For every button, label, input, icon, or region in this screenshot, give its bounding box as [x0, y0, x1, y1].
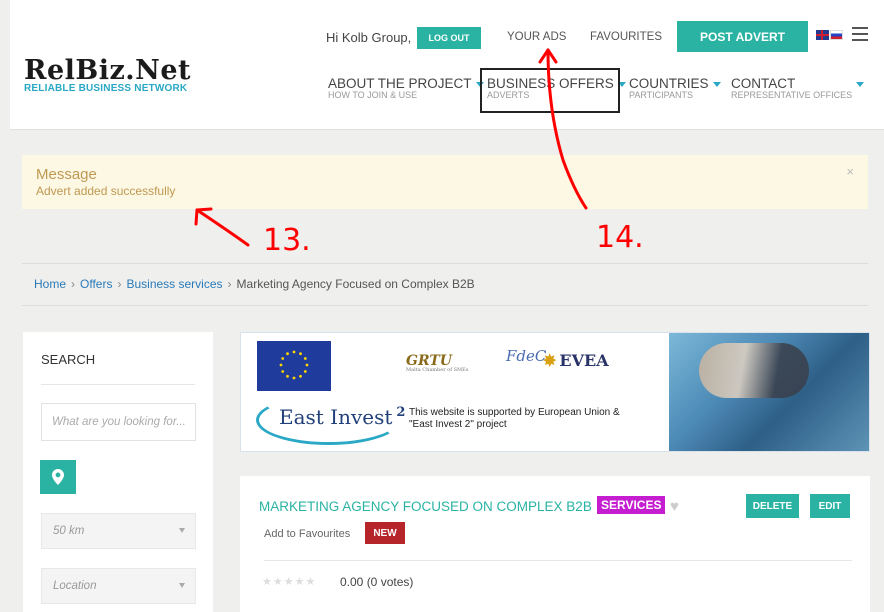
edit-button[interactable]: EDIT [810, 494, 850, 518]
post-advert-button[interactable]: POST ADVERT [677, 21, 808, 52]
handshake-photo [669, 333, 869, 451]
delete-button[interactable]: DELETE [746, 494, 799, 518]
logout-button[interactable]: LOG OUT [417, 27, 481, 49]
chevron-down-icon[interactable] [856, 82, 864, 87]
breadcrumb-separator: › [71, 277, 76, 291]
breadcrumb-separator: › [227, 277, 232, 291]
evea-text: EVEA [559, 351, 609, 370]
rating-stars-icon[interactable]: ★★★★★ [262, 575, 316, 588]
message-text: Advert added successfully [36, 184, 176, 198]
your-ads-link[interactable]: YOUR ADS [507, 31, 566, 43]
annotation-13: 13. [263, 223, 311, 258]
breadcrumb: Home › Offers › Business services › Marketing … [34, 277, 475, 291]
grtu-subtext: Malta Chamber of SMEs [406, 367, 469, 373]
breadcrumb-current: Marketing Agency Focused on Complex B2B [236, 277, 475, 291]
east-invest-number: 2 [396, 405, 406, 421]
divider [41, 384, 195, 385]
sidebar-title: SEARCH [41, 352, 96, 367]
star-icon: ✸ [543, 351, 557, 370]
handshake-image [699, 343, 809, 398]
caret-down-icon [179, 583, 185, 588]
success-message: Message Advert added successfully × [22, 155, 868, 209]
breadcrumb-separator: › [117, 277, 122, 291]
breadcrumb-business-services[interactable]: Business services [126, 277, 222, 291]
nav-countries[interactable]: COUNTRIES PARTICIPANTS [629, 76, 721, 100]
nav-about-project[interactable]: ABOUT THE PROJECT HOW TO JOIN & USE [328, 76, 484, 100]
divider [22, 305, 868, 306]
annotation-14: 14. [596, 220, 644, 255]
location-button[interactable] [40, 460, 76, 494]
logo-tagline: RELIABLE BUSINESS NETWORK [24, 83, 188, 94]
nav-label: COUNTRIES [629, 76, 709, 91]
uk-flag-icon[interactable] [816, 30, 829, 40]
close-icon[interactable]: × [846, 164, 854, 179]
select-value: Location [53, 580, 97, 592]
category-badge[interactable]: SERVICES [597, 496, 666, 514]
evea-logo: ✸ EVEA [543, 351, 609, 370]
nav-sublabel: REPRESENTATIVE OFFICES [731, 90, 853, 100]
highlight-box [480, 68, 620, 113]
eu-flag-icon [257, 341, 331, 391]
nav-sublabel: HOW TO JOIN & USE [328, 90, 418, 100]
east-invest-logo: East Invest 2 [279, 405, 405, 429]
language-switcher[interactable] [816, 30, 843, 40]
fcdes-logo: FdeC [506, 347, 547, 365]
site-logo[interactable]: RelBiz.Net RELIABLE BUSINESS NETWORK [24, 55, 192, 95]
nav-label: CONTACT [731, 76, 796, 91]
user-greeting: Hi Kolb Group, [326, 30, 412, 45]
search-input[interactable] [41, 403, 196, 441]
banner-description: This website is supported by European Un… [409, 407, 620, 431]
heart-icon[interactable]: ♥ [670, 498, 679, 515]
ru-flag-icon[interactable] [830, 30, 843, 40]
east-invest-text: East Invest [279, 405, 393, 429]
logo-title: RelBiz.Net [24, 55, 192, 86]
search-sidebar: SEARCH 50 km Location [23, 332, 213, 612]
arrow-13-icon [194, 207, 250, 247]
select-value: 50 km [53, 525, 85, 537]
banner-desc-line: This website is supported by European Un… [409, 407, 620, 418]
site-header: RelBiz.Net RELIABLE BUSINESS NETWORK Hi … [10, 0, 884, 130]
message-title: Message [36, 166, 97, 183]
grtu-logo: GRTU Malta Chamber of SMEs [406, 353, 468, 373]
banner-desc-line: "East Invest 2" project [409, 419, 507, 430]
rating-votes: 0.00 (0 votes) [340, 575, 414, 589]
breadcrumb-home[interactable]: Home [34, 277, 66, 291]
caret-down-icon [179, 528, 185, 533]
nav-contact[interactable]: CONTACT REPRESENTATIVE OFFICES [731, 76, 852, 100]
listing-card: MARKETING AGENCY FOCUSED ON COMPLEX B2B … [240, 476, 870, 612]
breadcrumb-offers[interactable]: Offers [80, 277, 112, 291]
divider [22, 263, 868, 264]
add-to-favourites-link[interactable]: Add to Favourites [264, 528, 350, 540]
distance-select[interactable]: 50 km [41, 513, 196, 549]
favourites-link[interactable]: FAVOURITES [590, 31, 662, 43]
new-badge: NEW [365, 522, 405, 544]
sponsor-banner[interactable]: GRTU Malta Chamber of SMEs FdeC ✸ EVEA Eas… [240, 332, 870, 452]
nav-label: ABOUT THE PROJECT [328, 76, 472, 91]
divider [264, 560, 852, 561]
menu-icon[interactable] [852, 27, 868, 41]
location-select[interactable]: Location [41, 568, 196, 604]
map-pin-icon [52, 469, 64, 485]
listing-title[interactable]: MARKETING AGENCY FOCUSED ON COMPLEX B2B [259, 499, 592, 514]
nav-sublabel: PARTICIPANTS [629, 90, 694, 100]
chevron-down-icon [712, 81, 721, 87]
